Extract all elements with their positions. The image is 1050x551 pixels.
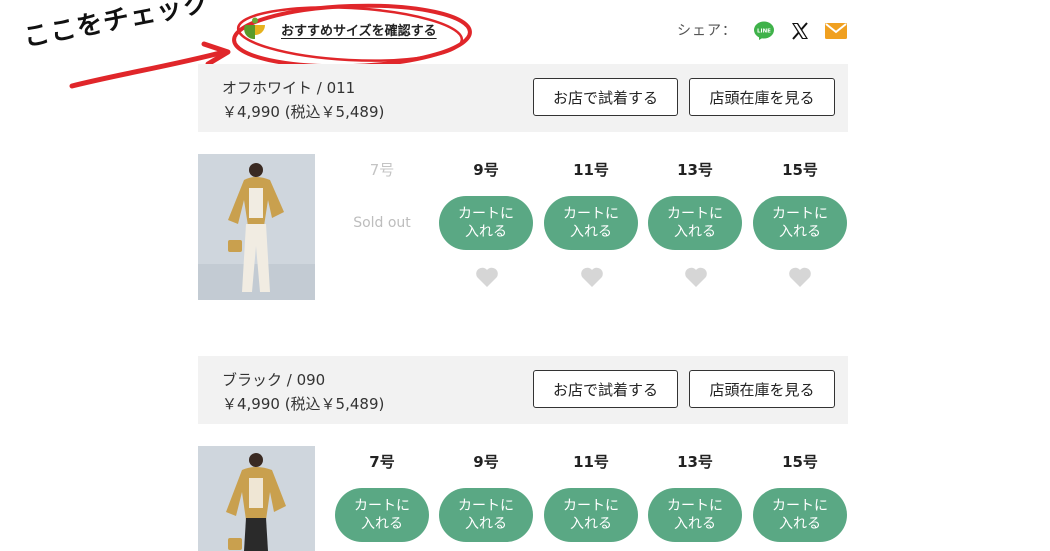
add-to-cart-button[interactable]: カートに 入れる xyxy=(753,488,847,542)
size-label: 15号 xyxy=(782,453,818,471)
color-price: ￥4,990 (税込￥5,489) xyxy=(222,103,385,121)
add-to-cart-button[interactable]: カートに 入れる xyxy=(648,488,742,542)
size-label: 11号 xyxy=(573,453,609,471)
color-name: ブラック / 090 xyxy=(222,371,326,389)
heart-icon[interactable] xyxy=(788,266,812,288)
add-to-cart-button[interactable]: カートに 入れる xyxy=(439,488,533,542)
product-image-black[interactable] xyxy=(198,446,315,551)
size-label: 7号 xyxy=(369,161,395,179)
size-label: 13号 xyxy=(677,453,713,471)
heart-icon[interactable] xyxy=(580,266,604,288)
add-to-cart-button[interactable]: カートに 入れる xyxy=(648,196,742,250)
heart-icon[interactable] xyxy=(684,266,708,288)
store-stock-button[interactable]: 店頭在庫を見る xyxy=(689,78,835,116)
color-header-black: ブラック / 090 ￥4,990 (税込￥5,489) お店で試着する 店頭在… xyxy=(198,356,848,424)
sold-out-label: Sold out xyxy=(353,215,411,231)
mail-icon[interactable] xyxy=(824,20,848,42)
size-label: 15号 xyxy=(782,161,818,179)
color-price: ￥4,990 (税込￥5,489) xyxy=(222,395,385,413)
try-in-store-button[interactable]: お店で試着する xyxy=(533,370,678,408)
annotation-text: ここをチェック xyxy=(21,0,213,54)
product-image-offwhite[interactable] xyxy=(198,154,315,300)
size-logo-icon xyxy=(244,17,265,40)
store-stock-button[interactable]: 店頭在庫を見る xyxy=(689,370,835,408)
size-label: 7号 xyxy=(369,453,395,471)
recommend-size-link[interactable]: おすすめサイズを確認する xyxy=(281,20,437,39)
color-name: オフホワイト / 011 xyxy=(222,79,356,97)
size-label: 13号 xyxy=(677,161,713,179)
size-label: 9号 xyxy=(473,453,499,471)
share-label: シェア： xyxy=(677,23,737,39)
add-to-cart-button[interactable]: カートに 入れる xyxy=(753,196,847,250)
add-to-cart-button[interactable]: カートに 入れる xyxy=(544,488,638,542)
add-to-cart-button[interactable]: カートに 入れる xyxy=(544,196,638,250)
svg-text:LINE: LINE xyxy=(757,29,771,35)
line-icon[interactable]: LINE xyxy=(752,20,776,42)
size-label: 9号 xyxy=(473,161,499,179)
add-to-cart-button[interactable]: カートに 入れる xyxy=(439,196,533,250)
x-icon[interactable] xyxy=(788,20,812,42)
size-label: 11号 xyxy=(573,161,609,179)
add-to-cart-button[interactable]: カートに 入れる xyxy=(335,488,429,542)
color-header-offwhite: オフホワイト / 011 ￥4,990 (税込￥5,489) お店で試着する 店… xyxy=(198,64,848,132)
try-in-store-button[interactable]: お店で試着する xyxy=(533,78,678,116)
heart-icon[interactable] xyxy=(475,266,499,288)
